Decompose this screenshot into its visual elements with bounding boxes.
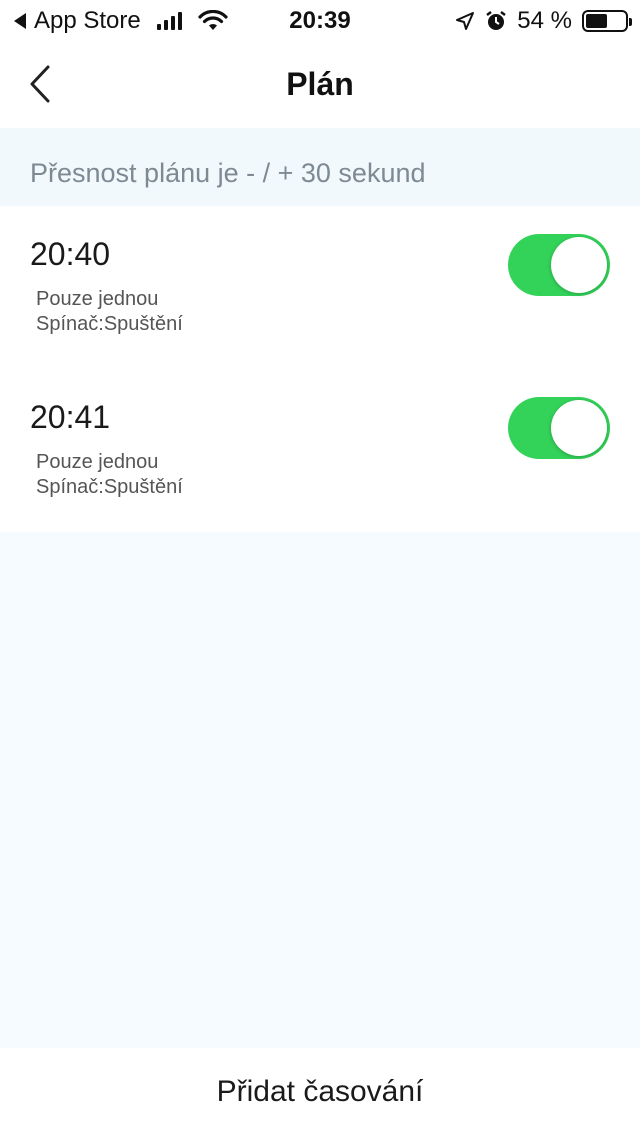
page-title: Plán — [286, 66, 354, 102]
accuracy-notice: Přesnost plánu je - / + 30 sekund — [0, 128, 640, 206]
notice-text: Přesnost plánu je - / + 30 sekund — [30, 158, 426, 188]
add-timer-label: Přidat časování — [216, 1075, 424, 1108]
nav-bar: Plán — [0, 42, 640, 128]
battery-fill — [586, 14, 607, 28]
schedule-item[interactable]: 20:41 Pouze jednou Spínač:Spuštění — [0, 369, 640, 532]
schedule-list: 20:40 Pouze jednou Spínač:Spuštění 20:41… — [0, 206, 640, 532]
schedule-toggle[interactable] — [508, 234, 610, 296]
status-bar: App Store 20:39 54 % — [0, 0, 640, 42]
status-right: 54 % — [455, 7, 632, 35]
schedule-repeat: Pouze jednou — [36, 451, 159, 473]
screen: App Store 20:39 54 % Plán Přesnost plánu… — [0, 0, 640, 1136]
schedule-item[interactable]: 20:40 Pouze jednou Spínač:Spuštění — [0, 206, 640, 369]
battery-icon — [582, 10, 632, 32]
schedule-time: 20:40 — [30, 236, 111, 272]
schedule-action: Spínač:Spuštění — [36, 476, 183, 498]
battery-percent: 54 % — [517, 7, 572, 34]
toggle-knob — [551, 400, 607, 456]
schedule-action: Spínač:Spuštění — [36, 313, 183, 335]
schedule-toggle[interactable] — [508, 397, 610, 459]
add-timer-button[interactable]: Přidat časování — [0, 1048, 640, 1136]
toggle-knob — [551, 237, 607, 293]
alarm-icon — [486, 11, 507, 30]
schedule-repeat: Pouze jednou — [36, 288, 159, 310]
schedule-time: 20:41 — [30, 399, 111, 435]
location-arrow-icon — [456, 12, 475, 30]
